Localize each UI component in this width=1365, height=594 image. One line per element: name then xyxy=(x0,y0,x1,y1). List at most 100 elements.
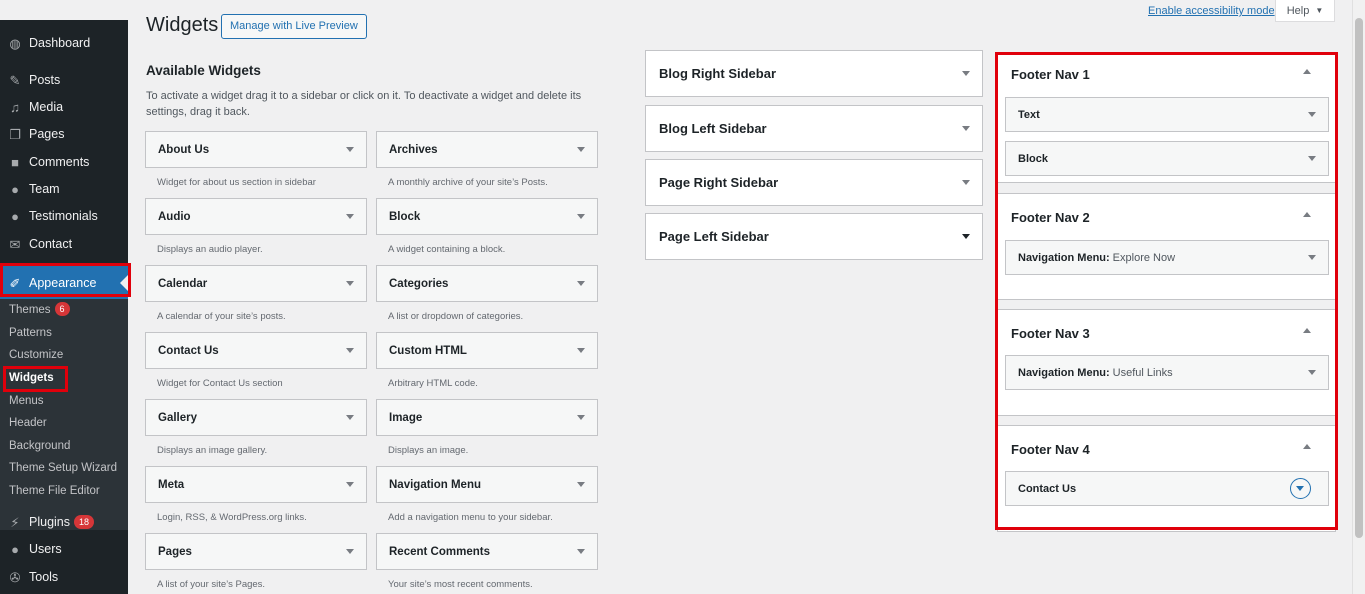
widget-desc: Arbitrary HTML code. xyxy=(388,378,478,389)
footer-widget-navigation-menu[interactable]: Navigation Menu: Explore Now xyxy=(1005,240,1329,275)
widget-desc: A calendar of your site’s posts. xyxy=(157,311,286,322)
comment-icon: ■ xyxy=(11,154,19,170)
media-icon: ♫ xyxy=(10,99,20,115)
sidebar-item-plugins[interactable]: ⚡ Plugins 18 xyxy=(0,509,128,535)
chevron-up-icon[interactable] xyxy=(1303,212,1311,217)
chevron-down-icon[interactable] xyxy=(577,347,585,353)
widget-contact-us[interactable]: Contact Us xyxy=(145,332,367,369)
sidebar-item-dashboard[interactable]: ◍ Dashboard xyxy=(0,30,128,56)
sidebar-area-page-left[interactable]: Page Left Sidebar xyxy=(645,213,983,260)
available-widgets-description: To activate a widget drag it to a sideba… xyxy=(146,90,582,118)
footer-widget-navigation-menu[interactable]: Navigation Menu: Useful Links xyxy=(1005,355,1329,390)
chevron-down-icon[interactable] xyxy=(1308,155,1316,161)
chevron-down-focused-icon[interactable] xyxy=(1290,477,1311,499)
submenu-theme-setup-wizard[interactable]: Theme Setup Wizard xyxy=(9,459,117,477)
sidebar-area-page-right[interactable]: Page Right Sidebar xyxy=(645,159,983,206)
sidebar-item-users[interactable]: ● Users xyxy=(0,536,128,562)
page-scrollbar[interactable] xyxy=(1352,0,1365,594)
widget-pages[interactable]: Pages xyxy=(145,533,367,570)
chevron-down-icon[interactable] xyxy=(346,146,354,152)
scrollbar-thumb[interactable] xyxy=(1355,18,1363,538)
chevron-down-icon[interactable] xyxy=(577,146,585,152)
chevron-down-icon[interactable] xyxy=(962,233,970,239)
widget-calendar[interactable]: Calendar xyxy=(145,265,367,302)
widget-desc: Displays an audio player. xyxy=(157,244,263,255)
admin-bar-strip xyxy=(0,0,128,20)
widget-gallery[interactable]: Gallery xyxy=(145,399,367,436)
submenu-header[interactable]: Header xyxy=(9,414,47,432)
sidebar-item-testimonials[interactable]: ● Testimonials xyxy=(0,203,128,229)
available-widgets-title: Available Widgets xyxy=(146,63,261,78)
widget-audio[interactable]: Audio xyxy=(145,198,367,235)
chevron-down-icon[interactable] xyxy=(577,213,585,219)
chevron-down-icon[interactable] xyxy=(577,548,585,554)
widget-desc: Displays an image. xyxy=(388,445,469,456)
chevron-up-icon[interactable] xyxy=(1303,69,1311,74)
sidebar-area-blog-left[interactable]: Blog Left Sidebar xyxy=(645,105,983,152)
live-preview-button[interactable]: Manage with Live Preview xyxy=(221,14,367,39)
user-icon: ● xyxy=(11,541,19,557)
widget-desc: Your site’s most recent comments. xyxy=(388,579,533,590)
help-tab[interactable]: Help ▼ xyxy=(1275,0,1335,22)
submenu-menus[interactable]: Menus xyxy=(9,392,44,410)
chevron-down-icon[interactable] xyxy=(577,414,585,420)
chevron-down-icon[interactable] xyxy=(577,280,585,286)
chevron-down-icon[interactable] xyxy=(1308,111,1316,117)
footer-nav-1-title[interactable]: Footer Nav 1 xyxy=(1011,67,1090,82)
sidebar-item-posts[interactable]: ✎ Posts xyxy=(0,67,128,93)
chevron-down-icon[interactable] xyxy=(962,70,970,76)
admin-sidebar: ◍ Dashboard ✎ Posts ♫ Media ❐ Pages ■ Comment… xyxy=(0,20,128,594)
footer-nav-4-title[interactable]: Footer Nav 4 xyxy=(1011,442,1090,457)
widget-meta[interactable]: Meta xyxy=(145,466,367,503)
sidebar-item-tools[interactable]: ✇ Tools xyxy=(0,564,128,590)
chevron-up-icon[interactable] xyxy=(1303,328,1311,333)
footer-nav-3-area: Footer Nav 3 Navigation Menu: Useful Link… xyxy=(997,309,1336,416)
widget-image[interactable]: Image xyxy=(376,399,598,436)
widget-desc: A monthly archive of your site’s Posts. xyxy=(388,177,548,188)
sidebar-item-team[interactable]: ● Team xyxy=(0,176,128,202)
sidebar-item-contact[interactable]: ✉ Contact xyxy=(0,231,128,257)
chevron-up-icon[interactable] xyxy=(1303,444,1311,449)
sidebar-item-media[interactable]: ♫ Media xyxy=(0,94,128,120)
sidebar-area-blog-right[interactable]: Blog Right Sidebar xyxy=(645,50,983,97)
widget-about-us[interactable]: About Us xyxy=(145,131,367,168)
chevron-down-icon[interactable] xyxy=(346,481,354,487)
chevron-down-icon[interactable] xyxy=(962,125,970,131)
user-icon: ● xyxy=(11,208,19,224)
submenu-background[interactable]: Background xyxy=(9,437,70,455)
accessibility-mode-link[interactable]: Enable accessibility mode xyxy=(1148,5,1275,17)
footer-widget-text[interactable]: Text xyxy=(1005,97,1329,132)
submenu-theme-file-editor[interactable]: Theme File Editor xyxy=(9,482,100,500)
themes-update-badge: 6 xyxy=(54,302,70,316)
widget-archives[interactable]: Archives xyxy=(376,131,598,168)
submenu-themes[interactable]: Themes 6 xyxy=(9,301,70,319)
chevron-down-icon[interactable] xyxy=(1308,254,1316,260)
wrench-icon: ✇ xyxy=(9,569,21,585)
widget-custom-html[interactable]: Custom HTML xyxy=(376,332,598,369)
chevron-down-icon[interactable] xyxy=(1308,369,1316,375)
sidebar-item-comments[interactable]: ■ Comments xyxy=(0,149,128,175)
widget-block[interactable]: Block xyxy=(376,198,598,235)
chevron-down-icon[interactable] xyxy=(346,414,354,420)
chevron-down-icon[interactable] xyxy=(346,548,354,554)
submenu-customize[interactable]: Customize xyxy=(9,346,63,364)
chevron-down-icon[interactable] xyxy=(577,481,585,487)
submenu-patterns[interactable]: Patterns xyxy=(9,324,52,342)
sidebar-item-appearance[interactable]: ✐ Appearance xyxy=(0,266,128,300)
chevron-down-icon[interactable] xyxy=(962,179,970,185)
brush-icon: ✐ xyxy=(9,275,21,291)
appearance-submenu: Themes 6 Patterns Customize Widgets Menus… xyxy=(0,299,128,530)
chevron-down-icon[interactable] xyxy=(346,347,354,353)
footer-nav-2-title[interactable]: Footer Nav 2 xyxy=(1011,210,1090,225)
submenu-widgets[interactable]: Widgets xyxy=(9,369,54,387)
sidebar-item-pages[interactable]: ❐ Pages xyxy=(0,121,128,147)
footer-widget-block[interactable]: Block xyxy=(1005,141,1329,176)
chevron-down-icon[interactable] xyxy=(346,280,354,286)
widget-recent-comments[interactable]: Recent Comments xyxy=(376,533,598,570)
footer-widget-contact-us[interactable]: Contact Us xyxy=(1005,471,1329,506)
chevron-down-icon[interactable] xyxy=(346,213,354,219)
footer-nav-1-area: Footer Nav 1 Text Block xyxy=(997,52,1336,183)
widget-categories[interactable]: Categories xyxy=(376,265,598,302)
widget-navigation-menu[interactable]: Navigation Menu xyxy=(376,466,598,503)
footer-nav-3-title[interactable]: Footer Nav 3 xyxy=(1011,326,1090,341)
